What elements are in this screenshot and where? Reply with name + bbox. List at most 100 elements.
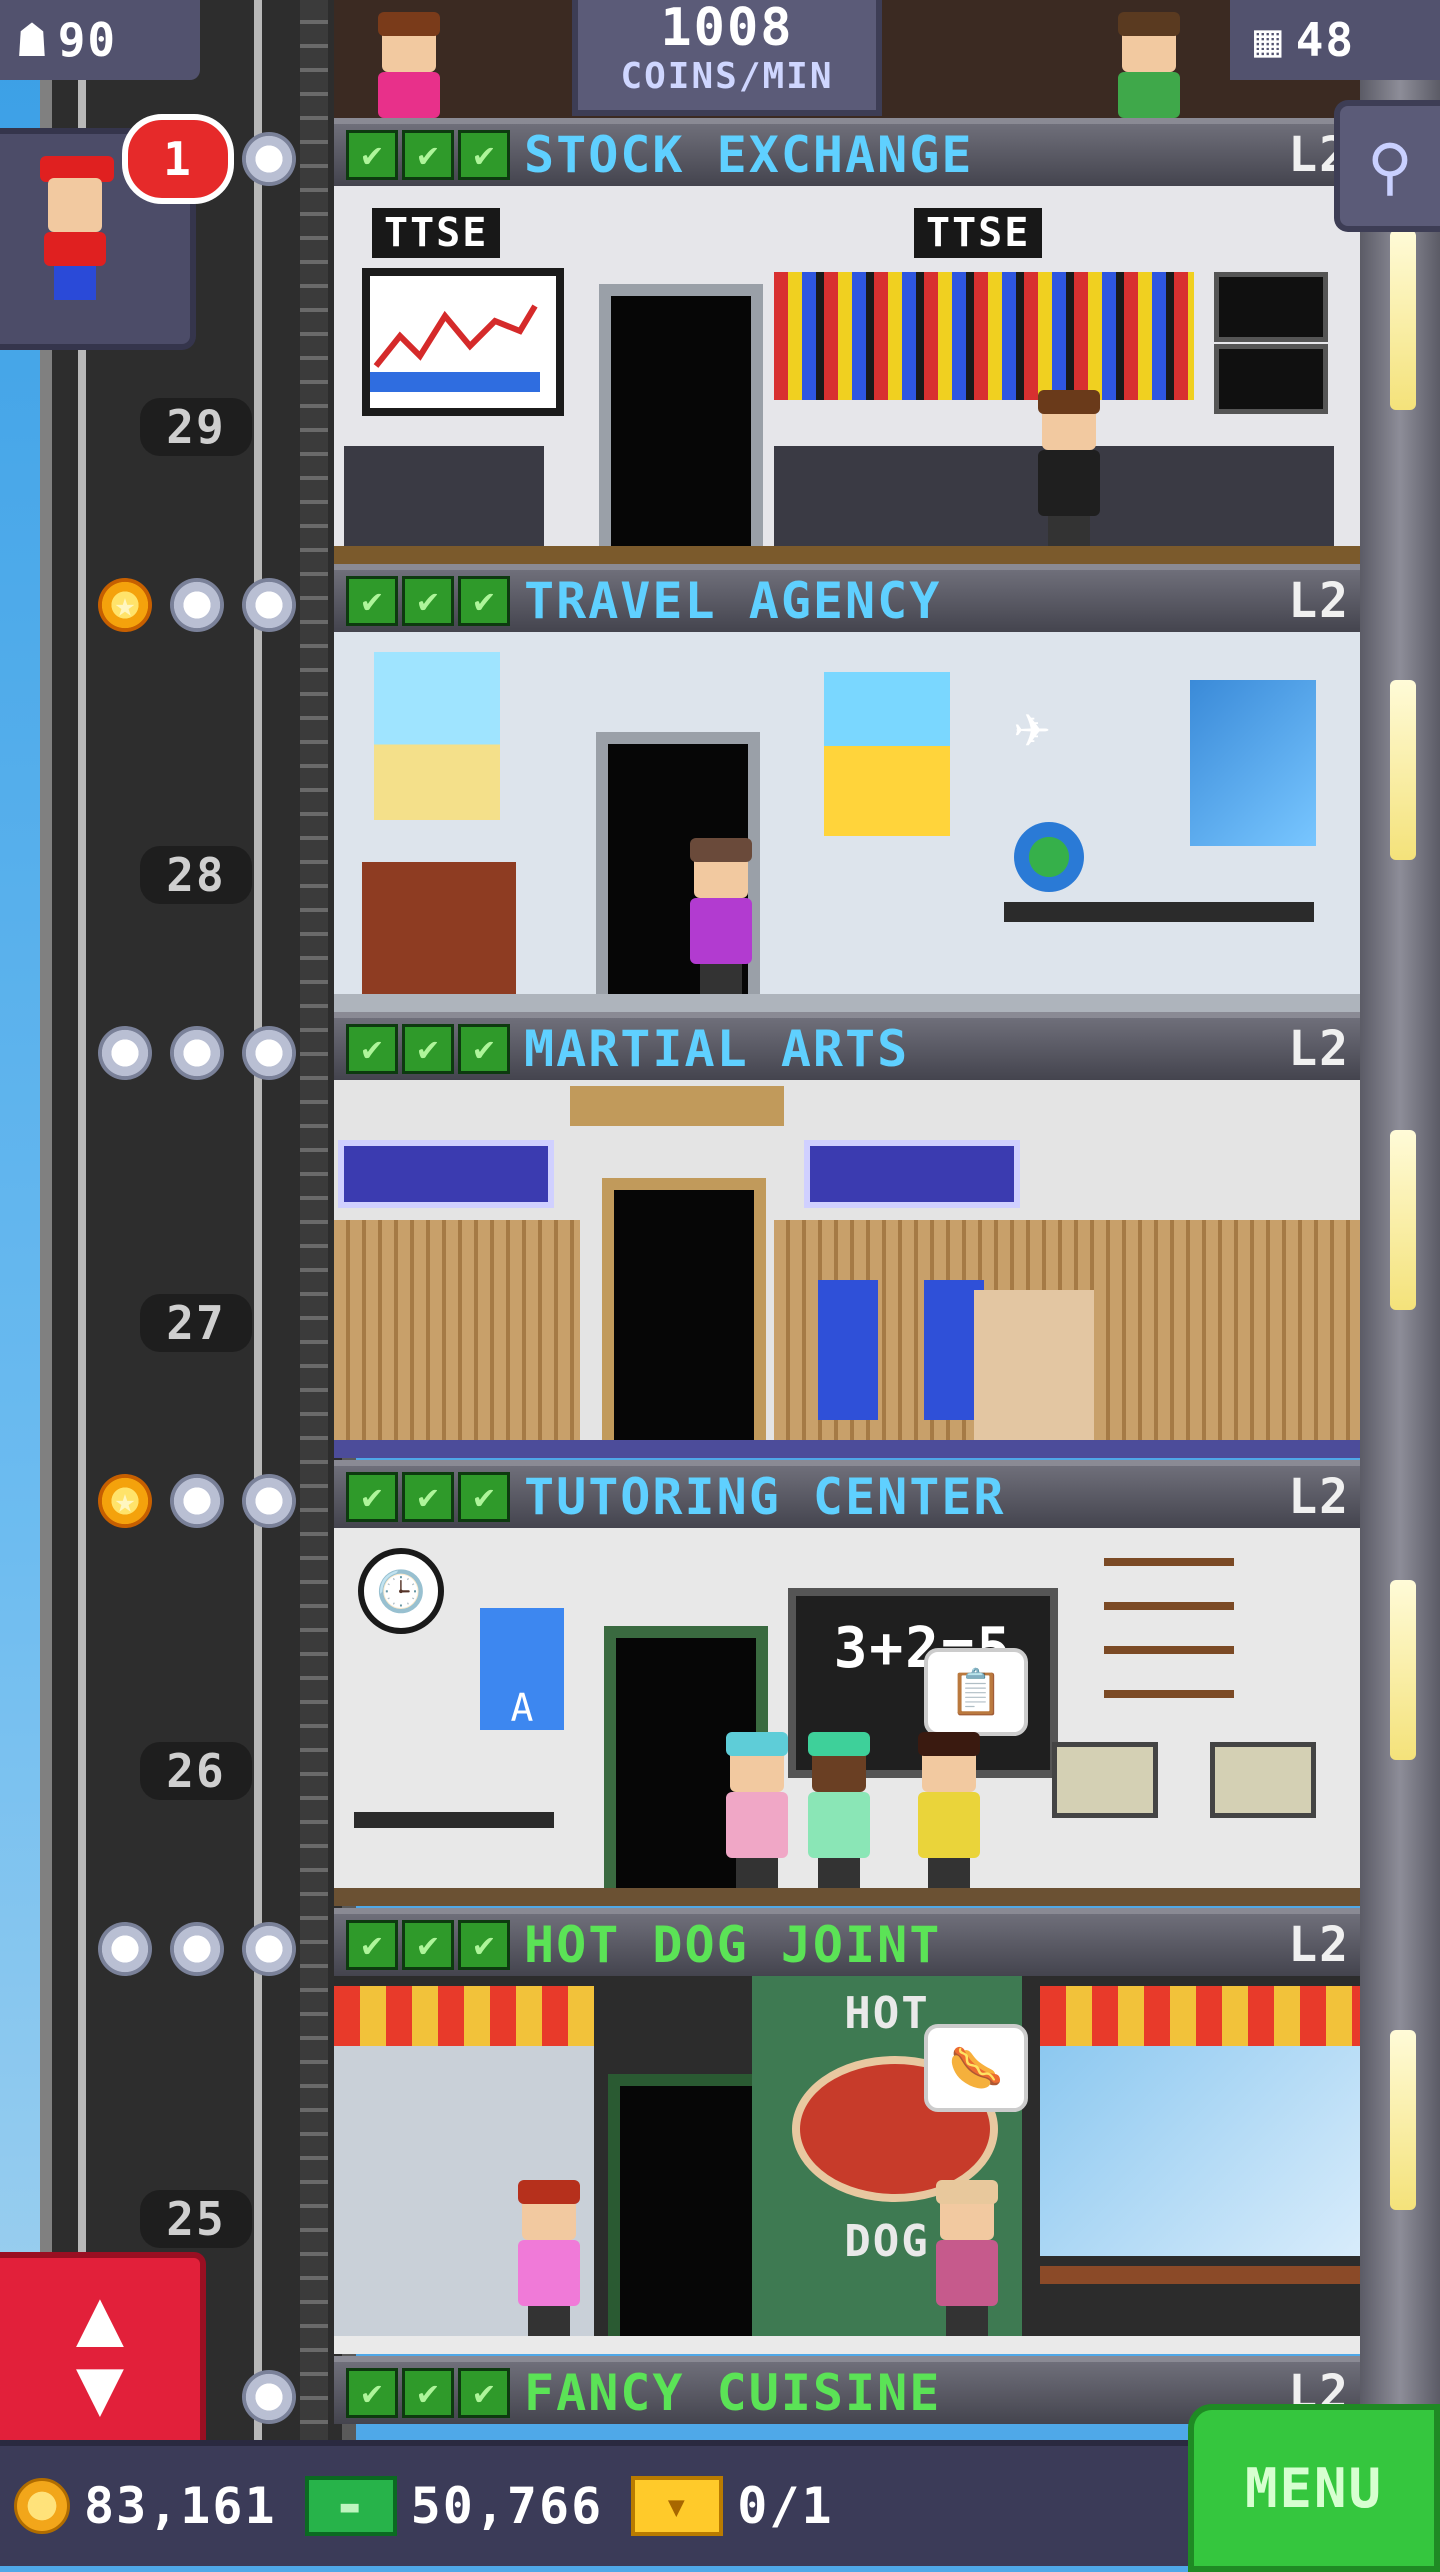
room-interior[interactable]: 🕒 A 3+2=5 📋 [334, 1528, 1360, 1906]
beach-poster [374, 652, 500, 820]
check-icon: ✔ [402, 1024, 454, 1074]
floor-level: L2 [1288, 1021, 1350, 1077]
computer-monitor [1052, 1742, 1158, 1818]
stock-ticker-wall [774, 272, 1194, 400]
brochure-shelf [362, 862, 516, 996]
coin-icon [14, 2478, 70, 2534]
elevator-floor-number: 25 [140, 2190, 252, 2248]
star-icon: ★ [98, 578, 152, 632]
check-icon: ✔ [458, 130, 510, 180]
magnifier-icon: ⚲ [1367, 129, 1413, 203]
floor-level: L2 [1288, 573, 1350, 629]
bookshelf [1104, 1558, 1234, 1734]
notification-badge: 1 [122, 114, 234, 204]
check-icon: ✔ [346, 576, 398, 626]
room-door [608, 2074, 772, 2336]
floor-name: TRAVEL AGENCY [524, 572, 942, 630]
floor-header[interactable]: ✔ ✔ ✔ HOT DOG JOINT L2 [334, 1908, 1360, 1976]
customer-speech-bubble[interactable]: 🌭 [924, 2024, 1028, 2112]
check-icon: ✔ [458, 1024, 510, 1074]
student-resident[interactable] [804, 1732, 874, 1888]
building-window [1390, 2030, 1416, 2210]
coin-rate-display[interactable]: 1008 COINS/MIN [572, 0, 882, 116]
check-icon: ✔ [346, 1920, 398, 1970]
building-icon: ▦ [1254, 13, 1284, 67]
check-icon: ✔ [458, 2368, 510, 2418]
star-icon: ★ [170, 1026, 224, 1080]
floor-name: HOT DOG JOINT [524, 1916, 942, 1974]
room-interior[interactable]: HOT DOG 🌭 [334, 1976, 1360, 2354]
floor-header[interactable]: ✔ ✔ ✔ STOCK EXCHANGE L2 [334, 118, 1360, 186]
zoom-button[interactable]: ⚲ [1334, 100, 1440, 232]
dojo-banner [338, 1140, 554, 1208]
check-icon: ✔ [346, 1024, 398, 1074]
room-door [602, 1178, 766, 1440]
resident[interactable] [374, 12, 444, 118]
bridge-poster [1190, 680, 1316, 846]
room-door [599, 284, 763, 546]
room-interior[interactable]: ✈ [334, 632, 1360, 1012]
building-window [1390, 1130, 1416, 1310]
population-value: 90 [57, 13, 118, 67]
population-counter[interactable]: ☗ 90 [0, 0, 200, 80]
student-resident[interactable] [722, 1732, 792, 1888]
floor-counter[interactable]: ▦ 48 [1230, 0, 1440, 80]
floor-name: MARTIAL ARTS [524, 1020, 910, 1078]
mario-avatar-icon [40, 156, 114, 310]
elevator-rail-right [254, 0, 262, 2440]
floor-name: TUTORING CENTER [524, 1468, 1006, 1526]
check-icon: ✔ [346, 1472, 398, 1522]
trading-desk [344, 446, 544, 546]
floor-header[interactable]: ✔ ✔ ✔ TRAVEL AGENCY L2 [334, 564, 1360, 632]
menu-button[interactable]: MENU [1188, 2404, 1440, 2572]
tower-bux-icon: ▬ [304, 2476, 397, 2536]
golden-ticket-icon: ▼ [631, 2476, 724, 2536]
training-dummy [974, 1290, 1094, 1440]
study-desk [354, 1812, 554, 1828]
tickets-display[interactable]: ▼ 0/1 [631, 2476, 833, 2536]
check-icon: ✔ [346, 130, 398, 180]
orange-display [1214, 344, 1328, 414]
globe-icon [1014, 822, 1084, 892]
awning [1040, 1986, 1360, 2046]
floor-count-value: 48 [1295, 13, 1356, 67]
trader-resident[interactable] [1034, 390, 1104, 546]
star-icon: ★ [242, 1474, 296, 1528]
building-window [1390, 1580, 1416, 1760]
student-speech-bubble[interactable]: 📋 [924, 1648, 1028, 1736]
travel-agent-resident[interactable] [686, 838, 756, 994]
bux-display[interactable]: ▬ 50,766 [304, 2476, 604, 2536]
elevator-button[interactable]: ▲ ▼ [0, 2252, 206, 2452]
star-icon: ★ [242, 578, 296, 632]
travel-poster [824, 672, 950, 836]
stock-sign: TTSE [914, 208, 1043, 258]
vendor-resident[interactable] [514, 2180, 584, 2336]
elevator-floor-number: 26 [140, 1742, 252, 1800]
customer-resident[interactable] [932, 2180, 1002, 2336]
coin-rate-value: 1008 [660, 0, 794, 58]
agent-desk [1004, 902, 1314, 922]
computer-monitor [1210, 1742, 1316, 1818]
restaurant-window [1040, 2046, 1360, 2256]
check-icon: ✔ [402, 576, 454, 626]
star-icon: ★ [242, 132, 296, 186]
elevator-floor-number: 27 [140, 1294, 252, 1352]
room-interior[interactable] [334, 1080, 1360, 1458]
star-icon: ★ [170, 578, 224, 632]
room-interior[interactable]: TTSE TTSE [334, 186, 1360, 564]
coins-display[interactable]: 83,161 [14, 2477, 277, 2535]
star-icon: ★ [98, 1026, 152, 1080]
resident[interactable] [1114, 12, 1184, 118]
elevator-rail-left [78, 0, 86, 2440]
floor-level: L2 [1288, 1469, 1350, 1525]
elevator-floor-number: 28 [140, 846, 252, 904]
star-icon: ★ [242, 1026, 296, 1080]
tutor-resident[interactable] [914, 1732, 984, 1888]
floor-header[interactable]: ✔ ✔ ✔ MARTIAL ARTS L2 [334, 1012, 1360, 1080]
weapon-rack [334, 1220, 580, 1440]
up-down-arrows-icon: ▲ ▼ [75, 2270, 125, 2433]
building-window [1390, 230, 1416, 410]
clock-icon: 🕒 [358, 1548, 444, 1634]
star-icon: ★ [170, 1922, 224, 1976]
floor-header[interactable]: ✔ ✔ ✔ TUTORING CENTER L2 [334, 1460, 1360, 1528]
